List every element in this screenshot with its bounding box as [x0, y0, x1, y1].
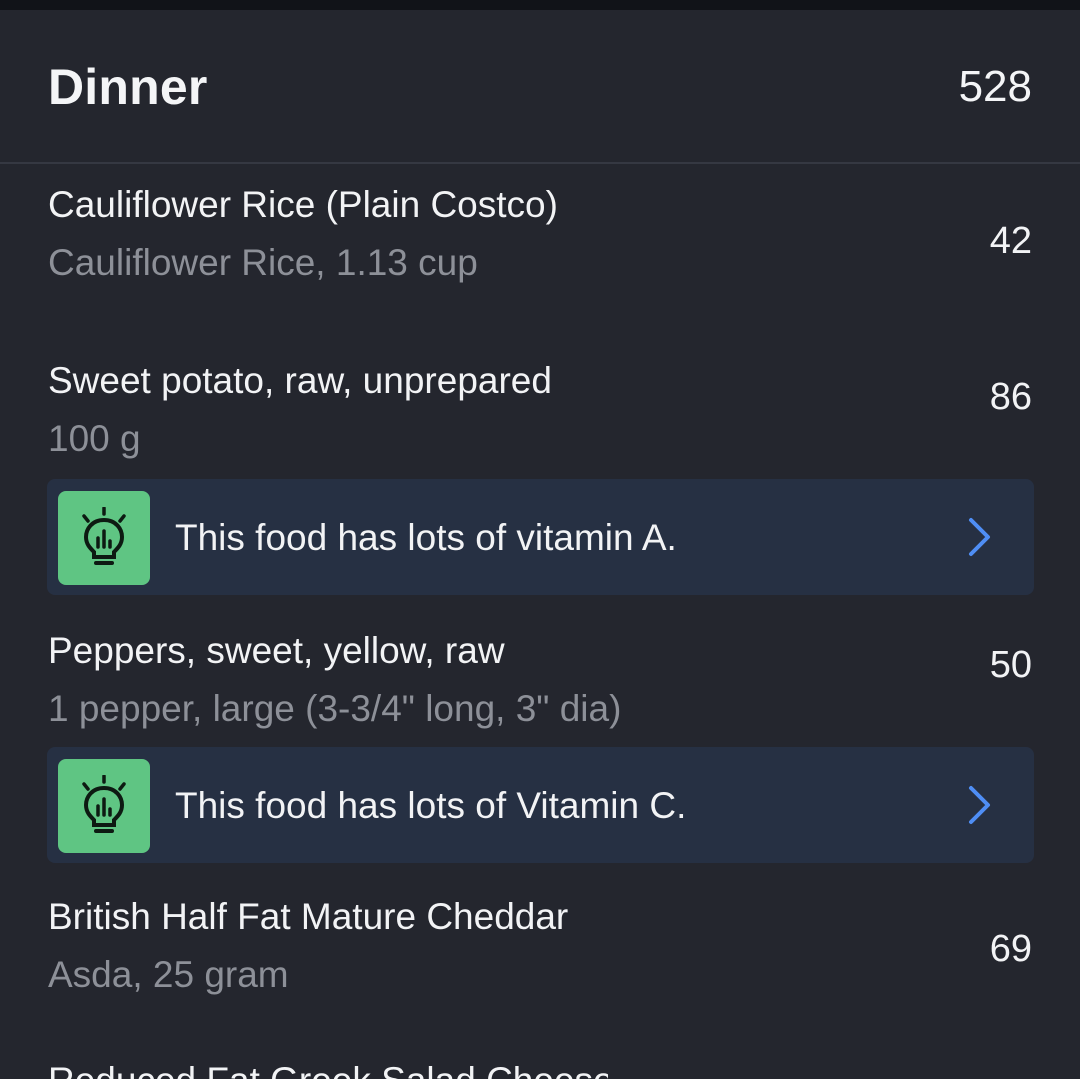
nutrition-tip-vitamin-a[interactable]: This food has lots of vitamin A.	[47, 479, 1034, 595]
top-bar	[0, 0, 1080, 10]
food-name: Sweet potato, raw, unprepared	[48, 360, 552, 401]
food-detail: Asda, 25 gram	[48, 954, 289, 995]
food-detail: Cauliflower Rice, 1.13 cup	[48, 242, 478, 283]
food-calories: 86	[989, 376, 1032, 418]
tip-text: This food has lots of Vitamin C.	[175, 785, 687, 826]
food-name: Reduced Fat Greek Salad Cheese	[48, 1064, 608, 1079]
food-item-partial[interactable]: Reduced Fat Greek Salad Cheese	[48, 1064, 608, 1079]
chevron-right-icon	[969, 786, 990, 824]
chevron-right-icon	[969, 518, 990, 556]
tip-text: This food has lots of vitamin A.	[175, 517, 677, 558]
food-name: British Half Fat Mature Cheddar	[48, 896, 569, 937]
meal-total-calories: 528	[958, 62, 1032, 111]
food-calories: 69	[989, 928, 1032, 970]
food-detail: 100 g	[48, 418, 141, 459]
food-calories: 50	[989, 644, 1032, 686]
meal-title: Dinner	[48, 59, 208, 115]
food-detail: 1 pepper, large (3-3/4" long, 3" dia)	[48, 688, 622, 729]
food-name: Cauliflower Rice (Plain Costco)	[48, 184, 558, 225]
lightbulb-chart-icon	[58, 491, 150, 585]
meal-header[interactable]: Dinner 528	[0, 10, 1080, 162]
lightbulb-chart-icon	[58, 759, 150, 853]
food-calories: 42	[989, 220, 1032, 262]
food-name: Peppers, sweet, yellow, raw	[48, 630, 505, 671]
nutrition-tip-vitamin-c[interactable]: This food has lots of Vitamin C.	[47, 747, 1034, 863]
header-divider	[0, 162, 1080, 164]
